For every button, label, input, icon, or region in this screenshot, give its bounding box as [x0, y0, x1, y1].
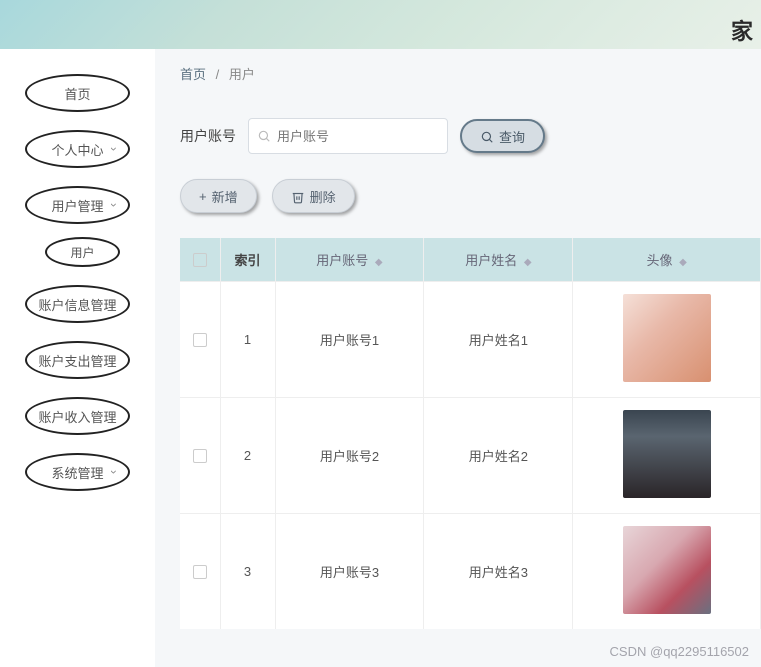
table-header-index[interactable]: 索引 [220, 238, 275, 282]
row-checkbox[interactable] [193, 449, 207, 463]
data-table: 索引 用户账号 ◆ 用户姓名 ◆ 头像 ◆ [180, 238, 761, 629]
avatar[interactable] [623, 294, 711, 382]
row-checkbox[interactable] [193, 565, 207, 579]
sidebar-item-account-income[interactable]: 账户收入管理 [25, 397, 130, 435]
sidebar-item-label: 账户信息管理 [38, 295, 116, 314]
breadcrumb-separator: / [216, 67, 220, 82]
watermark: CSDN @qq2295116502 [610, 644, 749, 659]
button-label: 新增 [212, 187, 238, 206]
cell-name: 用户姓名1 [424, 282, 573, 398]
sidebar-item-user-mgmt[interactable]: 用户管理 [25, 186, 130, 224]
cell-avatar [573, 398, 761, 514]
button-label: 查询 [499, 127, 525, 146]
filter-row: 用户账号 查询 [180, 118, 761, 154]
sort-icon: ◆ [524, 257, 532, 268]
sidebar-item-label: 账户支出管理 [38, 351, 116, 370]
search-icon [257, 127, 271, 145]
cell-index: 3 [220, 514, 275, 630]
query-button[interactable]: 查询 [460, 119, 545, 153]
search-icon [480, 128, 494, 144]
table-row: 2 用户账号2 用户姓名2 [180, 398, 761, 514]
cell-name: 用户姓名2 [424, 398, 573, 514]
sidebar-item-home[interactable]: 首页 [25, 74, 130, 112]
table-row: 3 用户账号3 用户姓名3 [180, 514, 761, 630]
sidebar-item-label: 用户管理 [51, 196, 103, 215]
breadcrumb: 首页 / 用户 [180, 64, 761, 83]
sidebar-item-label: 用户 [70, 244, 94, 261]
sidebar-item-label: 账户收入管理 [38, 407, 116, 426]
avatar[interactable] [623, 410, 711, 498]
avatar[interactable] [623, 526, 711, 614]
sidebar: 首页 个人中心 用户管理 用户 账户信息管理 账户支出管理 账户收入管理 系统管… [0, 49, 155, 667]
delete-button[interactable]: 删除 [272, 179, 355, 213]
cell-avatar [573, 282, 761, 398]
cell-avatar [573, 514, 761, 630]
sidebar-item-label: 系统管理 [51, 463, 103, 482]
cell-name: 用户姓名3 [424, 514, 573, 630]
sort-icon: ◆ [679, 257, 687, 268]
table-header-name[interactable]: 用户姓名 ◆ [424, 238, 573, 282]
sidebar-item-label: 个人中心 [51, 140, 103, 159]
button-label: 删除 [310, 187, 336, 206]
sidebar-item-account-info[interactable]: 账户信息管理 [25, 285, 130, 323]
breadcrumb-current: 用户 [229, 67, 255, 82]
cell-account: 用户账号1 [275, 282, 424, 398]
search-input[interactable] [248, 118, 448, 154]
sidebar-item-personal[interactable]: 个人中心 [25, 130, 130, 168]
header-banner: 家 [0, 0, 761, 49]
cell-account: 用户账号2 [275, 398, 424, 514]
table-header-checkbox [180, 238, 220, 282]
action-row: + 新增 删除 [180, 179, 761, 213]
cell-index: 1 [220, 282, 275, 398]
filter-label: 用户账号 [180, 126, 236, 146]
table-row: 1 用户账号1 用户姓名1 [180, 282, 761, 398]
select-all-checkbox[interactable] [193, 253, 207, 267]
sidebar-item-system[interactable]: 系统管理 [25, 453, 130, 491]
sort-icon: ◆ [375, 257, 383, 268]
trash-icon [291, 188, 305, 204]
sidebar-item-label: 首页 [64, 84, 90, 103]
page-title: 家 [731, 14, 753, 46]
cell-account: 用户账号3 [275, 514, 424, 630]
main-content: 首页 / 用户 用户账号 查询 + 新增 [155, 49, 761, 667]
add-button[interactable]: + 新增 [180, 179, 257, 213]
sidebar-item-account-expense[interactable]: 账户支出管理 [25, 341, 130, 379]
table-header-avatar[interactable]: 头像 ◆ [573, 238, 761, 282]
row-checkbox[interactable] [193, 333, 207, 347]
cell-index: 2 [220, 398, 275, 514]
breadcrumb-home[interactable]: 首页 [180, 67, 206, 82]
table-header-account[interactable]: 用户账号 ◆ [275, 238, 424, 282]
plus-icon: + [199, 189, 207, 204]
sidebar-subitem-user[interactable]: 用户 [45, 237, 120, 267]
